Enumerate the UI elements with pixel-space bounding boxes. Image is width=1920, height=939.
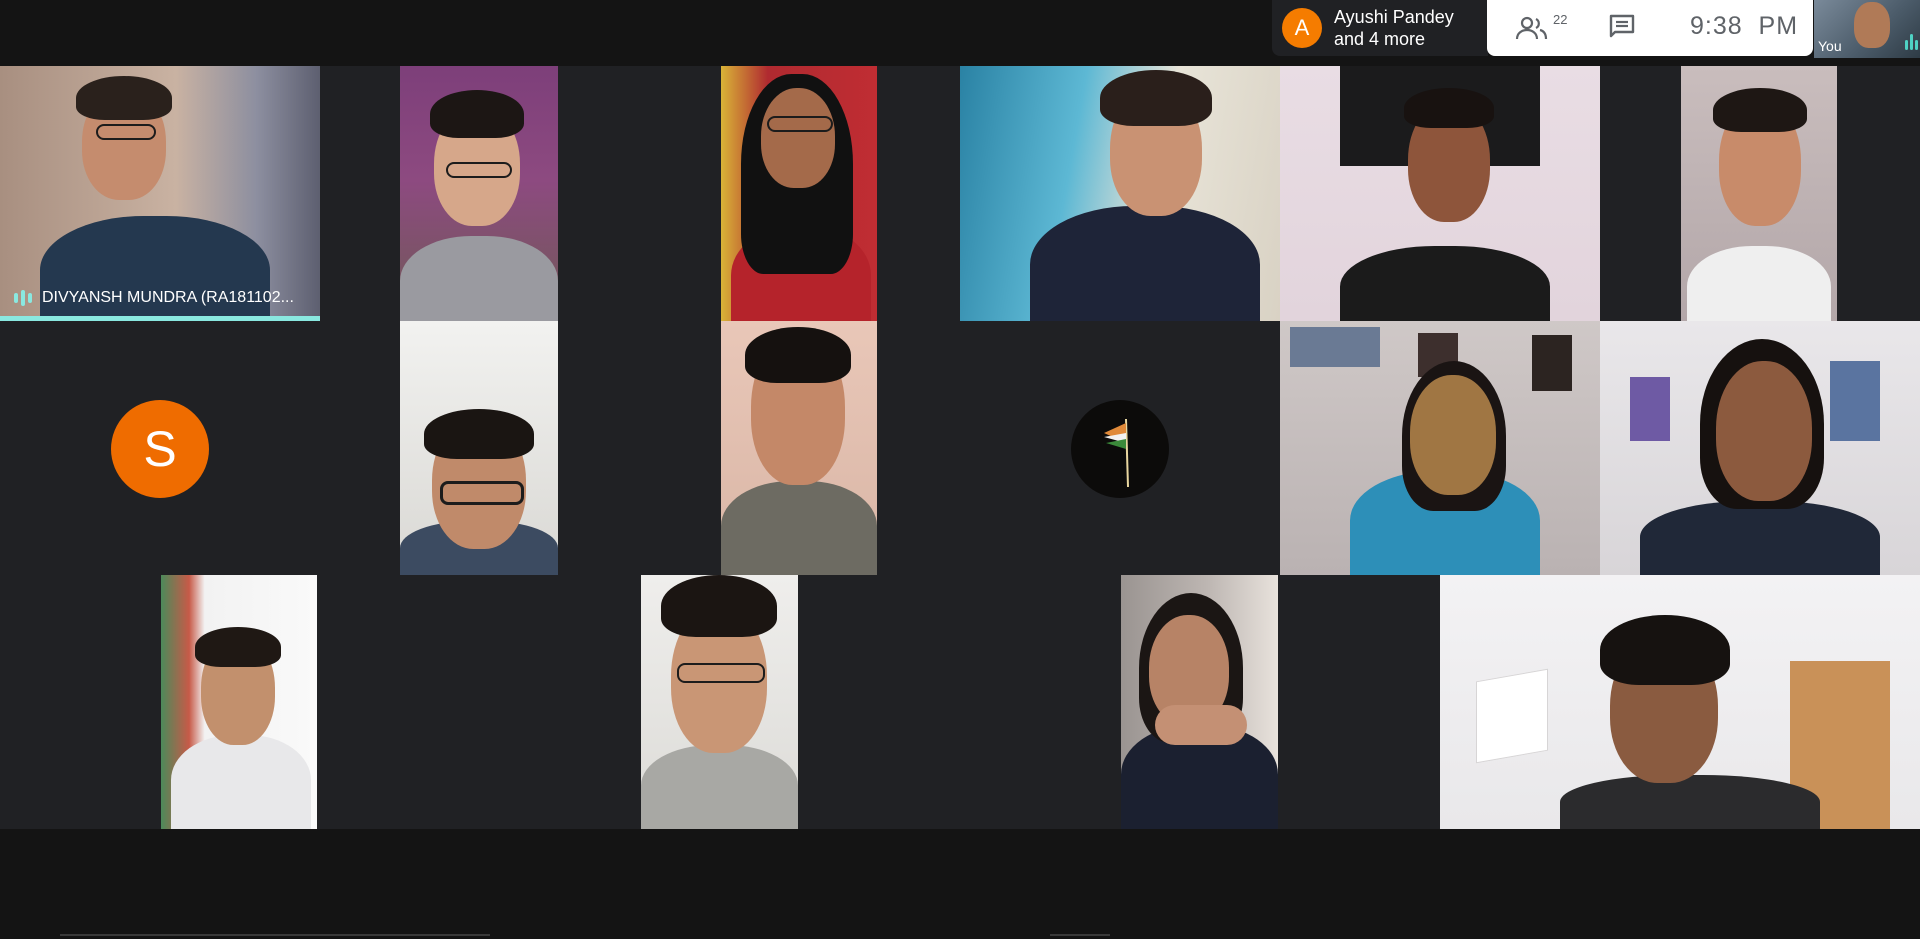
self-audio-indicator — [1905, 34, 1918, 50]
wall-poster — [1830, 361, 1880, 441]
active-speaker-border — [0, 316, 320, 321]
hands — [1155, 705, 1247, 745]
video-tile[interactable] — [400, 321, 558, 575]
video-tile[interactable] — [1121, 575, 1278, 829]
video-tile[interactable] — [400, 66, 558, 321]
meeting-stage: A Ayushi Pandey and 4 more 22 9:38 PM Yo… — [0, 0, 1920, 939]
chat-icon — [1609, 14, 1635, 38]
participant-initial: S — [143, 421, 177, 477]
video-tile[interactable] — [1280, 321, 1600, 575]
participant-avatar-placeholder[interactable]: S — [111, 400, 209, 498]
presenter-more: and 4 more — [1334, 29, 1426, 49]
video-tile[interactable] — [721, 321, 877, 575]
participant-avatar-flag[interactable] — [1071, 400, 1169, 498]
meeting-clock: 9:38 PM — [1690, 12, 1799, 40]
participant-count: 22 — [1553, 12, 1568, 27]
presenter-chip[interactable]: A Ayushi Pandey and 4 more — [1272, 0, 1488, 56]
bottom-bar — [0, 829, 1920, 939]
bottom-divider — [1050, 934, 1110, 936]
video-tile[interactable] — [1681, 66, 1837, 321]
wall-poster — [1630, 377, 1670, 441]
active-speaker-label: DIVYANSH MUNDRA (RA181102... — [14, 289, 294, 307]
active-speaker-name: DIVYANSH MUNDRA (RA181102... — [42, 289, 294, 306]
video-tile[interactable] — [161, 575, 317, 829]
video-tile[interactable] — [1440, 575, 1920, 829]
speaking-indicator-icon — [14, 290, 32, 306]
video-tile[interactable] — [1280, 66, 1600, 321]
chat-button[interactable] — [1607, 12, 1639, 44]
wall-poster — [1290, 327, 1380, 367]
meeting-info-panel: 22 9:38 PM — [1487, 0, 1813, 56]
video-tile-active-speaker[interactable]: DIVYANSH MUNDRA (RA181102... — [0, 66, 320, 321]
self-view-label: You — [1818, 38, 1842, 54]
bottom-divider — [60, 934, 490, 936]
self-view-tile[interactable]: You — [1814, 0, 1920, 58]
video-tile[interactable] — [1600, 321, 1920, 575]
wall-paper — [1476, 668, 1548, 764]
wall-photo — [1532, 335, 1572, 391]
presenter-text: Ayushi Pandey and 4 more — [1334, 6, 1454, 50]
flag-icon — [1104, 418, 1129, 488]
people-button[interactable]: 22 — [1515, 10, 1567, 46]
presenter-name: Ayushi Pandey — [1334, 7, 1454, 27]
people-icon — [1515, 16, 1548, 40]
video-tile[interactable] — [641, 575, 798, 829]
video-tile[interactable] — [721, 66, 877, 321]
video-tile[interactable] — [960, 66, 1280, 321]
presenter-avatar: A — [1282, 8, 1322, 48]
self-face — [1854, 2, 1890, 48]
